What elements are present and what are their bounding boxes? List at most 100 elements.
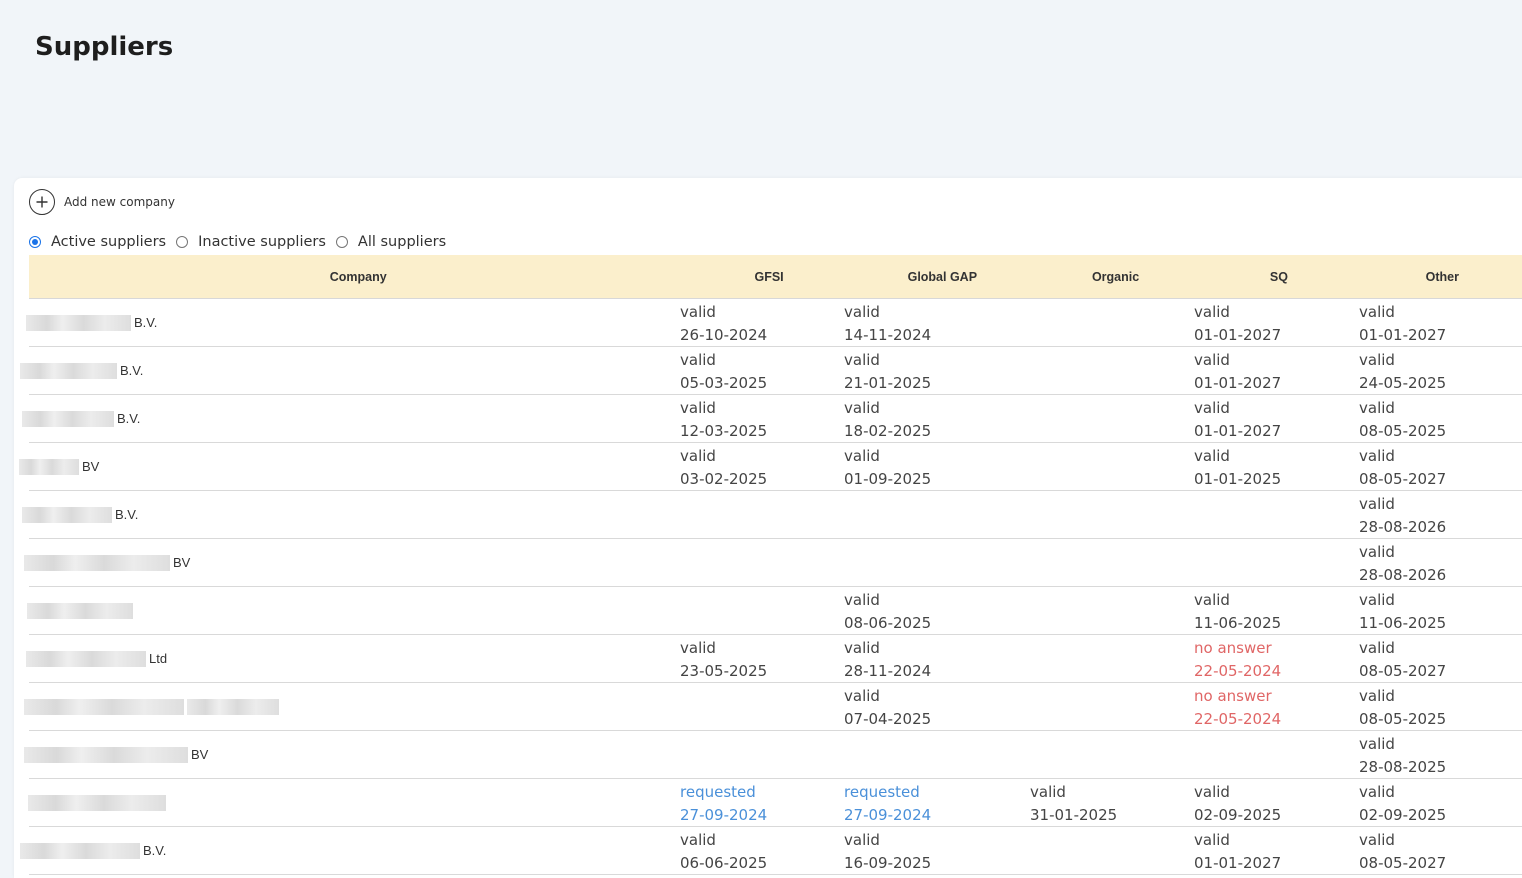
table-row[interactable]: B.V. valid 26-10-2024 valid 14-11-2024 valid 0… (26, 299, 1522, 347)
cert-cell-gfsi[interactable]: valid 03-02-2025 (680, 445, 767, 491)
company-cell[interactable]: Ltd (26, 635, 167, 682)
cert-date: 08-05-2027 (1359, 662, 1447, 680)
cert-cell-sq[interactable]: valid 01-01-2027 (1194, 397, 1281, 443)
filter-radio[interactable] (29, 236, 41, 248)
company-cell[interactable]: B.V. (20, 827, 166, 874)
filter-option-2[interactable]: All suppliers (335, 234, 446, 250)
cert-cell-gap[interactable]: valid 21-01-2025 (844, 349, 931, 395)
cert-date: 11-06-2025 (1194, 614, 1282, 632)
table-row[interactable]: B.V. valid 12-03-2025 valid 18-02-2025 valid 0… (22, 395, 1522, 443)
filter-radio[interactable] (335, 236, 348, 248)
cert-cell-gfsi[interactable]: valid 12-03-2025 (680, 397, 767, 443)
table-row[interactable]: valid 08-06-2025 valid 11-06-2025 valid 11-06… (27, 587, 1522, 635)
cert-cell-other[interactable]: valid 08-05-2027 (1359, 637, 1446, 683)
cert-cell-gap[interactable]: valid 18-02-2025 (844, 397, 931, 443)
cert-cell-sq[interactable]: valid 01-01-2027 (1194, 301, 1281, 347)
cert-cell-sq[interactable]: valid 01-01-2027 (1194, 349, 1281, 395)
company-cell[interactable]: BV (19, 443, 99, 490)
cert-cell-organic[interactable]: valid 31-01-2025 (1030, 781, 1117, 827)
company-suffix: B.V. (115, 507, 139, 522)
cert-cell-other[interactable]: valid 02-09-2025 (1359, 781, 1446, 827)
company-suffix: B.V. (143, 843, 167, 858)
cert-cell-gap[interactable]: valid 14-11-2024 (844, 301, 931, 347)
cert-cell-other[interactable]: valid 28-08-2026 (1359, 541, 1446, 587)
column-header-sq[interactable]: SQ (1197, 270, 1360, 284)
table-row[interactable]: B.V. valid 28-08-2026 (22, 491, 1522, 539)
redacted-company-name (27, 602, 133, 619)
company-cell[interactable] (27, 587, 136, 634)
cert-date: 02-09-2025 (1359, 806, 1447, 824)
company-cell[interactable]: B.V. (20, 347, 143, 394)
table-row[interactable]: B.V. valid 06-06-2025 valid 16-09-2025 valid 0… (20, 827, 1522, 875)
cert-cell-gap[interactable]: valid 08-06-2025 (844, 589, 931, 635)
cert-cell-other[interactable]: valid 08-05-2025 (1359, 685, 1446, 731)
table-row[interactable]: B.V. valid 05-03-2025 valid 21-01-2025 valid 0… (20, 347, 1522, 395)
table-row[interactable]: BV valid 28-08-2025 (24, 731, 1522, 779)
table-row[interactable]: BV valid 28-08-2026 (24, 539, 1522, 587)
redacted-company-name (187, 698, 279, 715)
cert-cell-gap[interactable]: valid 01-09-2025 (844, 445, 931, 491)
cert-status: valid (844, 687, 880, 705)
company-cell[interactable]: B.V. (26, 299, 157, 346)
cert-cell-gap[interactable]: requested 27-09-2024 (844, 781, 931, 827)
table-row[interactable]: valid 07-04-2025 no answer 22-05-2024 valid 0… (24, 683, 1522, 731)
cert-cell-sq[interactable]: valid 01-01-2025 (1194, 445, 1281, 491)
company-cell[interactable]: BV (24, 731, 208, 778)
cert-cell-other[interactable]: valid 28-08-2025 (1359, 733, 1446, 779)
cert-cell-other[interactable]: valid 08-05-2027 (1359, 829, 1446, 875)
cert-cell-other[interactable]: valid 01-01-2027 (1359, 301, 1446, 347)
column-header-company[interactable]: Company (29, 270, 687, 284)
cert-cell-other[interactable]: valid 11-06-2025 (1359, 589, 1446, 635)
cert-cell-gfsi[interactable]: valid 26-10-2024 (680, 301, 767, 347)
cert-cell-gfsi[interactable]: valid 06-06-2025 (680, 829, 767, 875)
table-row[interactable]: Ltd valid 23-05-2025 valid 28-11-2024 no answ… (26, 635, 1522, 683)
cert-date: 06-06-2025 (680, 854, 768, 872)
cert-status: requested (844, 783, 920, 801)
filter-label: Active suppliers (51, 234, 167, 250)
cert-cell-sq[interactable]: valid 02-09-2025 (1194, 781, 1281, 827)
table-row[interactable]: requested 27-09-2024 requested 27-09-2024 va… (28, 779, 1522, 827)
cert-cell-gfsi[interactable]: valid 05-03-2025 (680, 349, 767, 395)
company-cell[interactable]: BV (24, 539, 190, 586)
cert-date: 01-01-2027 (1194, 422, 1282, 440)
cert-cell-other[interactable]: valid 08-05-2025 (1359, 397, 1446, 443)
cert-cell-other[interactable]: valid 24-05-2025 (1359, 349, 1446, 395)
filter-option-1[interactable]: Inactive suppliers (176, 234, 326, 250)
company-cell[interactable] (28, 779, 169, 826)
cert-cell-gfsi[interactable]: requested 27-09-2024 (680, 781, 767, 827)
cert-cell-sq[interactable]: valid 11-06-2025 (1194, 589, 1281, 635)
cert-cell-gap[interactable]: valid 28-11-2024 (844, 637, 931, 683)
cert-status: valid (1194, 351, 1230, 369)
cert-status: no answer (1194, 639, 1272, 657)
table-row[interactable]: BV valid 03-02-2025 valid 01-09-2025 valid 01-… (19, 443, 1522, 491)
cert-cell-sq[interactable]: valid 01-01-2027 (1194, 829, 1281, 875)
cert-cell-sq[interactable]: no answer 22-05-2024 (1194, 685, 1281, 731)
column-header-global-gap[interactable]: Global GAP (851, 270, 1034, 284)
redacted-company-name (20, 362, 117, 379)
add-new-company-button[interactable]: Add new company (29, 189, 175, 215)
company-cell[interactable]: B.V. (22, 395, 140, 442)
table-header: Company GFSI Global GAP Organic SQ Other (29, 255, 1522, 299)
column-header-other[interactable]: Other (1361, 270, 1522, 284)
cert-status: valid (1359, 639, 1395, 657)
cert-date: 27-09-2024 (680, 806, 768, 824)
cert-status: valid (1359, 447, 1395, 465)
company-cell[interactable]: B.V. (22, 491, 138, 538)
cert-status: valid (1359, 495, 1395, 513)
cert-status: valid (844, 351, 880, 369)
filter-option-0[interactable]: Active suppliers (29, 234, 166, 250)
company-cell[interactable] (24, 683, 282, 730)
cert-cell-gap[interactable]: valid 16-09-2025 (844, 829, 931, 875)
cert-status: valid (1359, 351, 1395, 369)
column-header-organic[interactable]: Organic (1034, 270, 1197, 284)
cert-cell-other[interactable]: valid 28-08-2026 (1359, 493, 1446, 539)
cert-cell-gap[interactable]: valid 07-04-2025 (844, 685, 931, 731)
cert-cell-other[interactable]: valid 08-05-2027 (1359, 445, 1446, 491)
cert-status: valid (844, 447, 880, 465)
column-header-gfsi[interactable]: GFSI (687, 270, 850, 284)
filter-radio[interactable] (176, 236, 189, 248)
cert-cell-sq[interactable]: no answer 22-05-2024 (1194, 637, 1281, 683)
cert-date: 22-05-2024 (1194, 662, 1282, 680)
cert-cell-gfsi[interactable]: valid 23-05-2025 (680, 637, 767, 683)
cert-date: 21-01-2025 (844, 374, 932, 392)
